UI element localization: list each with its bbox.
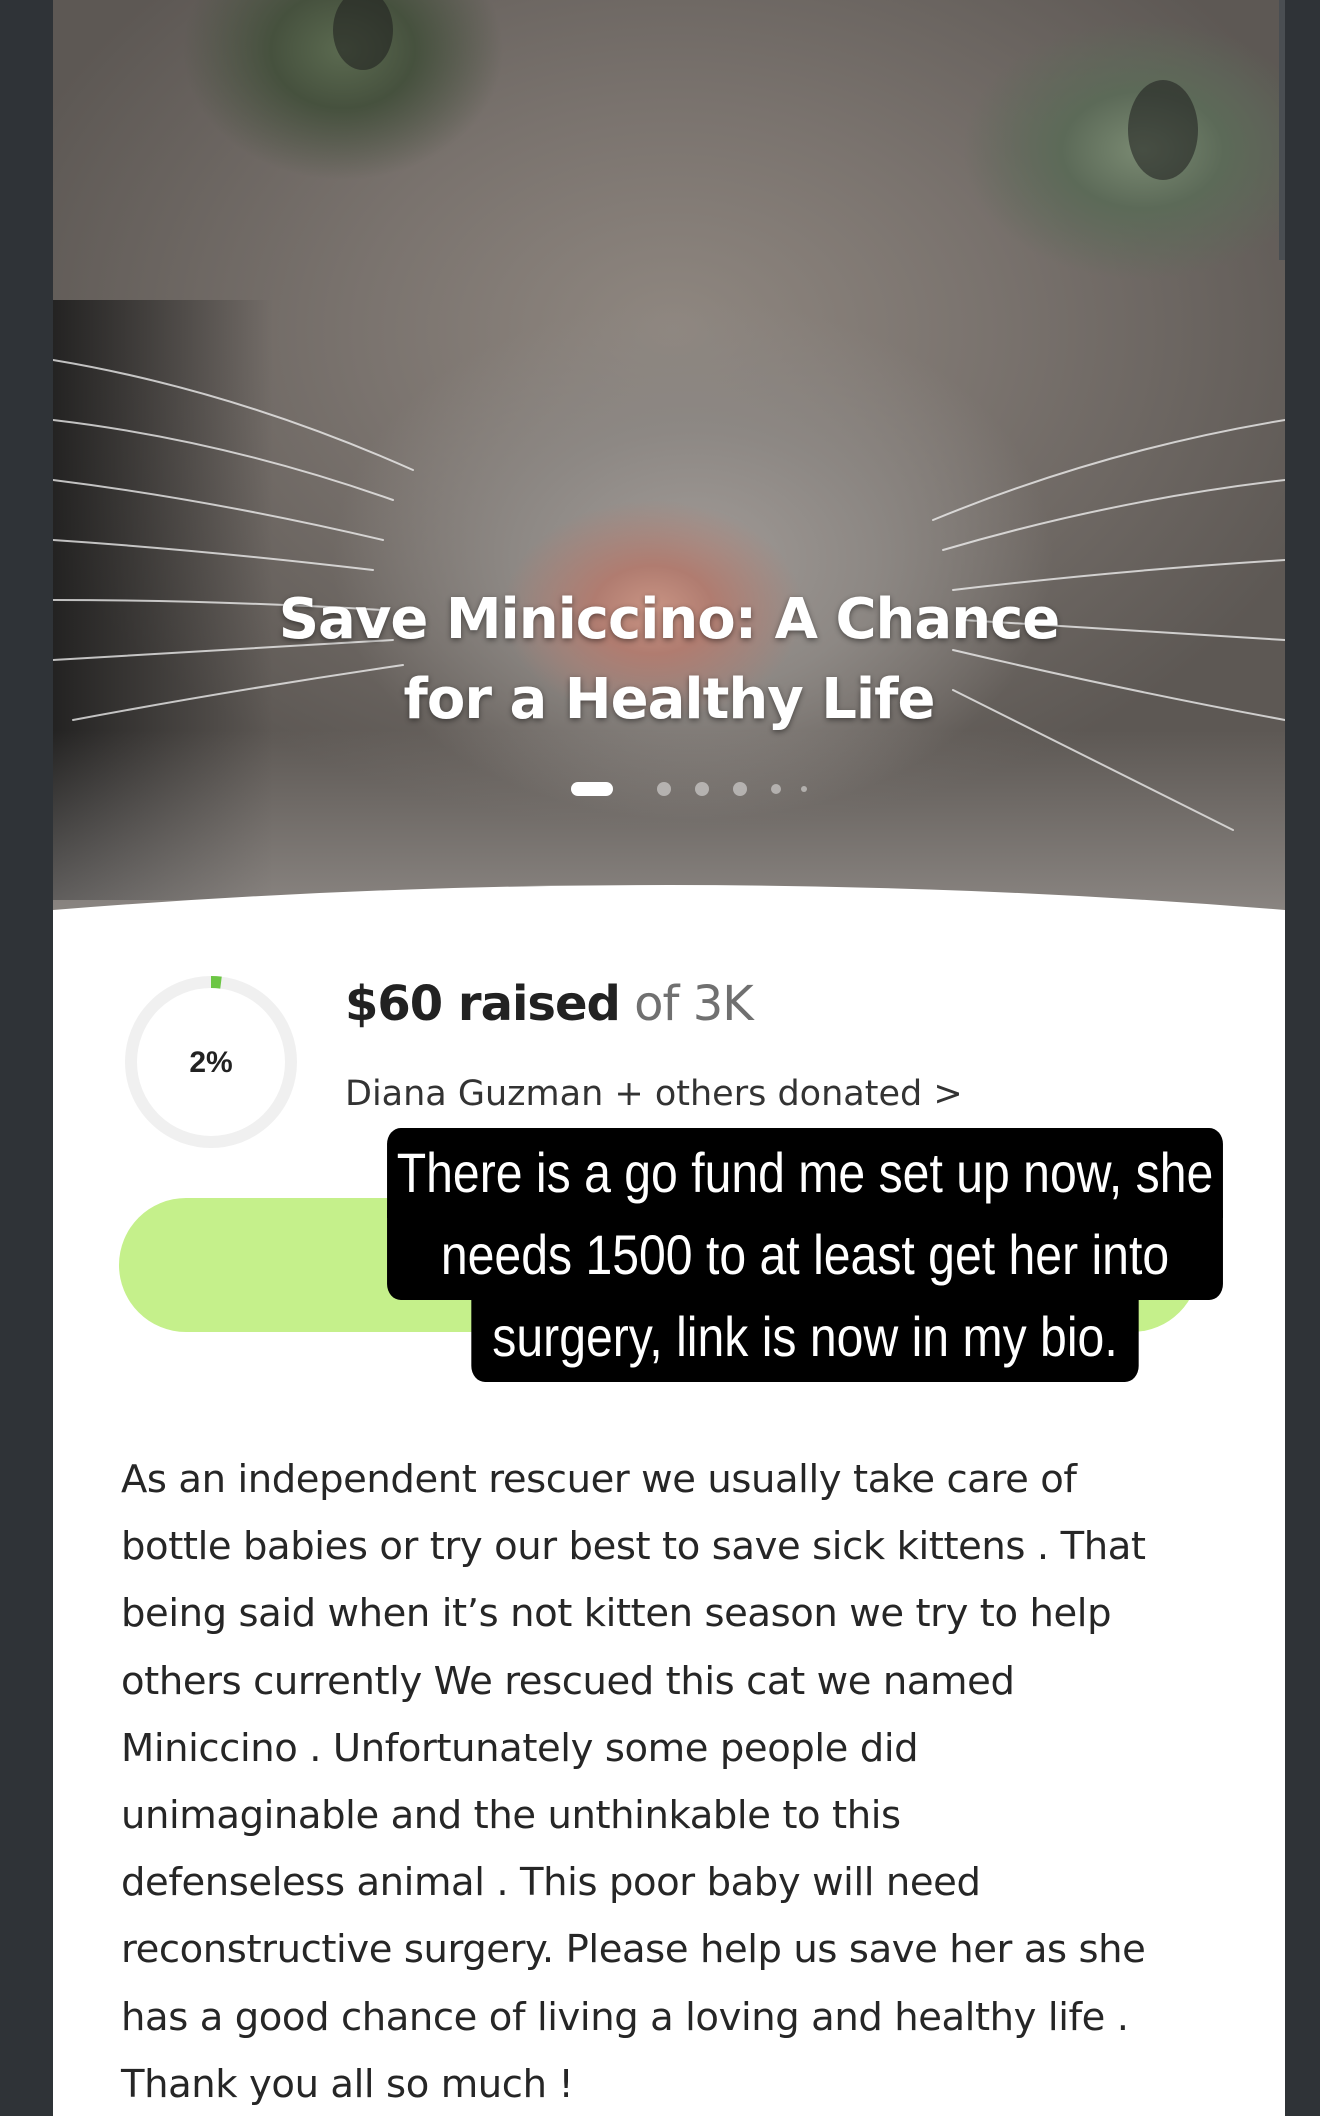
story-line: being said when it’s not kitten season w… <box>121 1591 1112 1637</box>
carousel-dot-5[interactable] <box>771 784 781 794</box>
story-line: bottle babies or try our best to save si… <box>121 1524 1146 1570</box>
carousel-dot-6[interactable] <box>801 786 807 792</box>
scroll-indicator[interactable] <box>1279 0 1285 260</box>
story-line: has a good chance of living a loving and… <box>121 1994 1129 2040</box>
carousel-dot-1[interactable] <box>571 782 613 796</box>
campaign-title: Save Miniccino: A Chance for a Healthy L… <box>53 580 1285 740</box>
carousel-dot-3[interactable] <box>695 782 709 796</box>
story-line: Miniccino . Unfortunately some people di… <box>121 1725 919 1771</box>
campaign-title-line-2: for a Healthy Life <box>403 667 936 732</box>
story-line: defenseless animal . This poor baby will… <box>121 1860 981 1906</box>
story-line: others currently We rescued this cat we … <box>121 1658 1015 1704</box>
amount-raised: $60 raised of 3K <box>345 976 754 1032</box>
carousel-dot-4[interactable] <box>733 782 747 796</box>
card-top-curve <box>53 885 1285 950</box>
story-line: unimaginable and the unthinkable to this <box>121 1793 901 1839</box>
raised-amount: $60 raised <box>345 976 621 1032</box>
carousel-dots[interactable] <box>53 782 1285 796</box>
donors-link[interactable]: Diana Guzman + others donated > <box>345 1074 963 1114</box>
carousel-dot-2[interactable] <box>657 782 671 796</box>
story-caption-line-3: surgery, link is now in my bio. <box>471 1292 1139 1382</box>
story-line: reconstructive surgery. Please help us s… <box>121 1927 1146 1973</box>
goal-amount: of 3K <box>634 976 754 1032</box>
phone-frame: Save Miniccino: A Chance for a Healthy L… <box>53 0 1285 2116</box>
story-caption-line-2: needs 1500 to at least get her into <box>387 1210 1223 1300</box>
caption-text-2: needs 1500 to at least get her into <box>440 1223 1170 1286</box>
campaign-story: As an independent rescuer we usually tak… <box>121 1446 1261 2116</box>
story-line: Thank you all so much ! <box>121 2061 574 2107</box>
story-caption-line-1: There is a go fund me set up now, she <box>387 1128 1223 1218</box>
caption-text-3: surgery, link is now in my bio. <box>492 1305 1118 1368</box>
caption-text-1: There is a go fund me set up now, she <box>396 1141 1214 1204</box>
progress-percent: 2% <box>189 1046 233 1079</box>
story-line: As an independent rescuer we usually tak… <box>121 1457 1077 1502</box>
campaign-hero-photo[interactable]: Save Miniccino: A Chance for a Healthy L… <box>53 0 1285 910</box>
campaign-title-line-1: Save Miniccino: A Chance <box>278 587 1061 652</box>
